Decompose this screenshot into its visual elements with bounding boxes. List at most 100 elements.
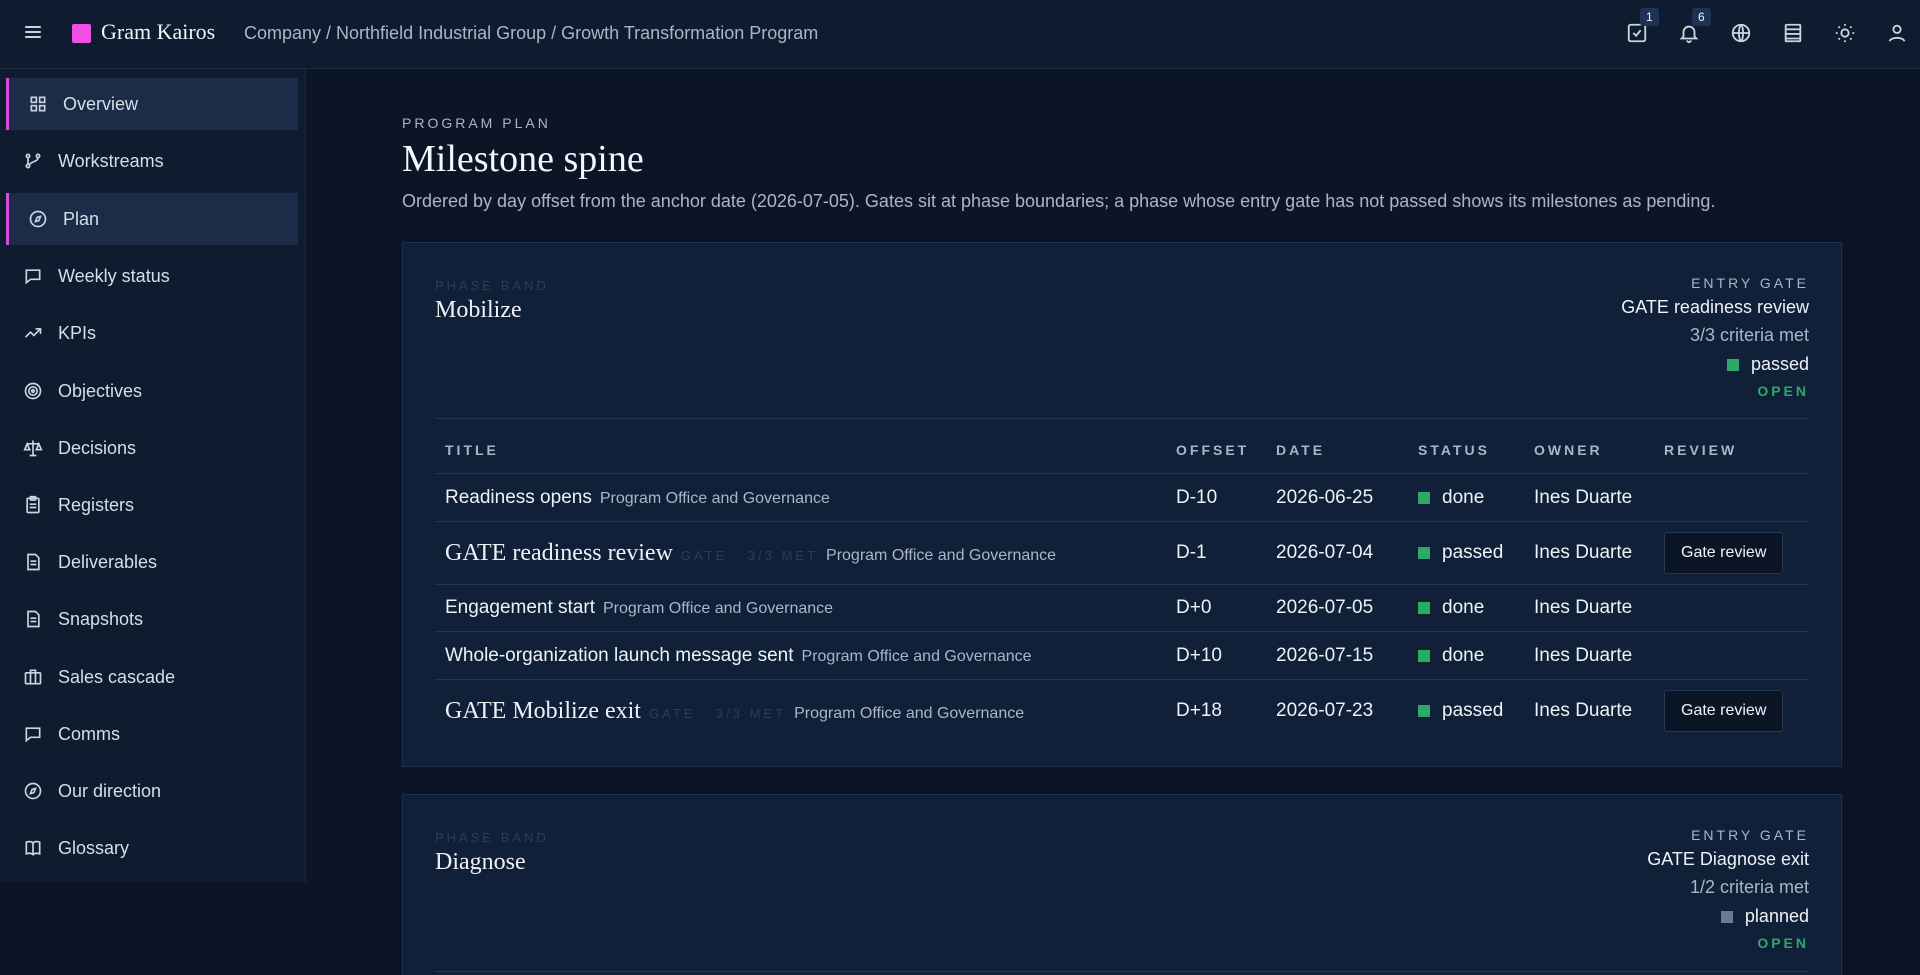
phase-eyebrow: PHASE BAND: [435, 278, 549, 293]
column-header-offset[interactable]: OFFSET: [1166, 427, 1266, 474]
milestone-title[interactable]: GATE readiness review: [445, 540, 673, 566]
sidebar-item-our-direction[interactable]: Our direction: [6, 765, 298, 817]
milestone-owner: Ines Duarte: [1524, 473, 1654, 522]
globe-icon[interactable]: [1730, 22, 1754, 46]
milestone-owner: Ines Duarte: [1524, 631, 1654, 680]
sidebar-item-overview[interactable]: Overview: [6, 78, 298, 130]
gate-criteria: 1/2 criteria met: [1689, 877, 1809, 897]
target-icon: [22, 380, 44, 402]
milestone-offset: D+10: [1166, 631, 1266, 680]
milestone-offset: D-10: [1166, 473, 1266, 522]
milestone-owner: Ines Duarte: [1524, 584, 1654, 632]
milestone-status: done: [1442, 597, 1485, 618]
sidebar-item-label: Objectives: [58, 380, 143, 401]
gate-status: passed: [1621, 354, 1809, 375]
tasks-badge: 1: [1640, 8, 1659, 26]
milestone-table: TITLE OFFSET DATE STATUS OWNER REVIEW Re…: [435, 427, 1809, 743]
milestone-workstream: Program Office and Governance: [602, 600, 834, 617]
sidebar-item-glossary[interactable]: Glossary: [6, 822, 298, 874]
sidebar-item-plan[interactable]: Plan: [6, 193, 298, 245]
gate-eyebrow: ENTRY GATE: [1691, 275, 1809, 291]
phase-eyebrow: PHASE BAND: [435, 830, 549, 845]
sidebar-item-label: Comms: [58, 723, 120, 744]
sidebar-item-snapshots[interactable]: Snapshots: [6, 593, 298, 645]
milestone-workstream: Program Office and Governance: [794, 704, 1025, 722]
sidebar-item-label: Sales cascade: [58, 666, 176, 687]
gate-meta: GATE · 3/3 MET: [648, 705, 787, 721]
user-icon[interactable]: [1886, 22, 1910, 46]
menu-icon[interactable]: [22, 23, 44, 45]
clipboard-icon: [22, 494, 44, 516]
milestone-title[interactable]: Engagement start: [445, 597, 595, 618]
notifications-badge: 6: [1692, 8, 1711, 26]
milestone-title[interactable]: GATE Mobilize exit: [445, 698, 641, 724]
milestone-owner: Ines Duarte: [1534, 700, 1633, 722]
sidebar-item-weekly-status[interactable]: Weekly status: [6, 250, 298, 302]
sidebar-item-label: Our direction: [58, 780, 162, 801]
sidebar-item-objectives[interactable]: Objectives: [6, 365, 298, 417]
breadcrumb[interactable]: Company / Northfield Industrial Group / …: [244, 23, 818, 44]
gate-status: planned: [1647, 906, 1809, 927]
milestone-date: 2026-07-05: [1266, 584, 1408, 632]
table-row[interactable]: GATE readiness review GATE · 3/3 MET Progr…: [435, 521, 1809, 585]
sidebar-item-label: Decisions: [58, 437, 137, 458]
document-icon: [22, 551, 44, 573]
sidebar-item-label: Overview: [63, 93, 139, 114]
chat-icon: [22, 723, 44, 745]
gate-status-label: planned: [1744, 906, 1809, 926]
sidebar-item-label: Registers: [58, 494, 135, 515]
gate-state: OPEN: [1757, 383, 1809, 399]
sidebar-item-sales-cascade[interactable]: Sales cascade: [6, 651, 298, 703]
gate-criteria: 3/3 criteria met: [1689, 325, 1809, 345]
table-row[interactable]: GATE Mobilize exit GATE · 3/3 MET Program …: [435, 680, 1809, 743]
column-header-owner[interactable]: OWNER: [1524, 427, 1654, 474]
sidebar-item-label: Deliverables: [58, 551, 158, 572]
column-header-date[interactable]: DATE: [1266, 427, 1408, 474]
sidebar-item-label: Workstreams: [58, 150, 164, 171]
milestone-offset: D+18: [1176, 700, 1222, 722]
gate-status-label: passed: [1750, 354, 1809, 374]
sidebar-item-workstreams[interactable]: Workstreams: [6, 135, 298, 187]
sidebar-item-registers[interactable]: Registers: [6, 479, 298, 531]
page-eyebrow: PROGRAM PLAN: [402, 115, 551, 131]
status-dot: [1418, 705, 1430, 718]
milestone-date: 2026-07-04: [1266, 521, 1408, 585]
gate-name[interactable]: GATE Diagnose exit: [1647, 849, 1809, 870]
column-header-review[interactable]: REVIEW: [1654, 427, 1809, 474]
sun-icon[interactable]: [1834, 22, 1858, 46]
phase-name: Diagnose: [435, 849, 526, 875]
sidebar-item-comms[interactable]: Comms: [6, 708, 298, 760]
table-row[interactable]: Engagement start Program Office and Gover…: [435, 584, 1809, 632]
column-header-title[interactable]: TITLE: [435, 427, 1166, 474]
bell-icon[interactable]: 6: [1678, 8, 1711, 46]
gate-review-button[interactable]: Gate review: [1664, 690, 1784, 733]
milestone-workstream: Program Office and Governance: [826, 546, 1057, 564]
table-row[interactable]: Whole-organization launch message sent Pr…: [435, 631, 1809, 680]
tasks-icon[interactable]: 1: [1626, 8, 1659, 46]
milestone-title[interactable]: Whole-organization launch message sent: [445, 645, 794, 666]
brand-logo: [72, 24, 91, 43]
gate-name[interactable]: GATE readiness review: [1621, 297, 1809, 318]
sidebar-item-label: KPIs: [58, 322, 97, 343]
milestone-date: 2026-07-23: [1276, 700, 1374, 722]
milestone-date: 2026-07-15: [1266, 631, 1408, 680]
sidebar-item-decisions[interactable]: Decisions: [6, 422, 298, 474]
sidebar-item-label: Plan: [63, 208, 100, 229]
table-icon[interactable]: [1782, 22, 1806, 46]
compass-icon: [22, 780, 44, 802]
status-dot: [1418, 547, 1430, 559]
gate-meta: GATE · 3/3 MET: [680, 547, 819, 563]
sidebar-item-kpis[interactable]: KPIs: [6, 307, 298, 359]
top-bar: Gram Kairos Company / Northfield Industr…: [0, 0, 1920, 69]
sidebar-item-deliverables[interactable]: Deliverables: [6, 536, 298, 588]
column-header-status[interactable]: STATUS: [1408, 427, 1524, 474]
brand-name[interactable]: Gram Kairos: [101, 19, 215, 45]
chat-icon: [22, 265, 44, 287]
table-row[interactable]: Readiness opens Program Office and Govern…: [435, 473, 1809, 522]
milestone-owner: Ines Duarte: [1524, 521, 1654, 585]
divider: [435, 418, 1809, 419]
milestone-title[interactable]: Readiness opens: [445, 487, 592, 508]
page-subtitle: Ordered by day offset from the anchor da…: [402, 191, 1716, 211]
sidebar: Overview Workstreams Plan Weekly status …: [0, 69, 306, 882]
gate-review-button[interactable]: Gate review: [1664, 532, 1784, 574]
